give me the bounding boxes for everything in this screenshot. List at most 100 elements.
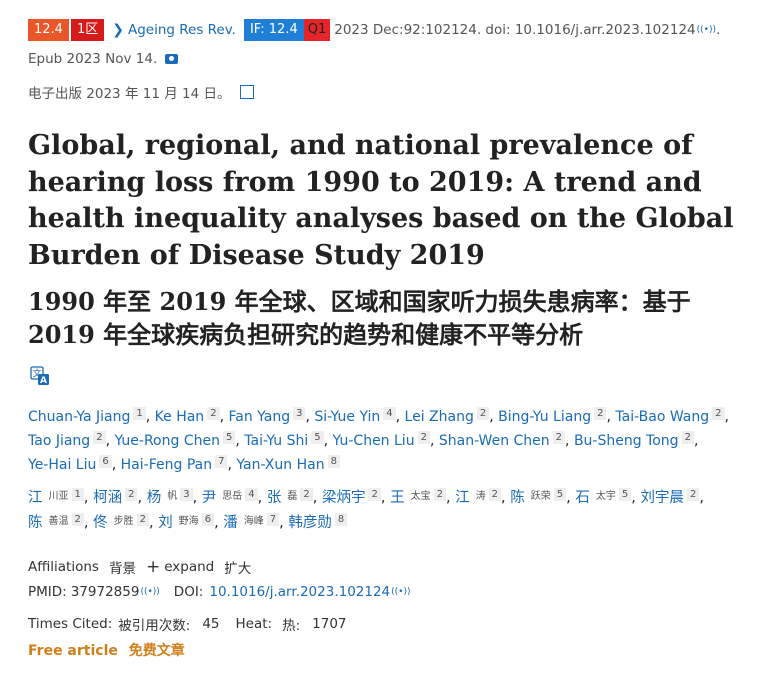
citation-metrics-row: Times Cited: 被引用次数: 45 Heat: 热: 1707 xyxy=(28,614,347,634)
broadcast-icon[interactable]: ((•)) xyxy=(391,587,410,597)
author-name-link[interactable]: Shan-Wen Chen xyxy=(439,433,550,449)
impact-factor-badge[interactable]: IF: 12.4 xyxy=(243,19,304,41)
affiliation-number[interactable]: 2 xyxy=(417,431,430,444)
affiliation-number[interactable]: 3 xyxy=(180,488,193,501)
author-name-link[interactable]: Yan-Xun Han xyxy=(236,457,324,473)
chevron-right-icon: ❯ xyxy=(112,22,124,38)
author-surname-zh[interactable]: 王 xyxy=(390,490,405,506)
author-given-name-zh[interactable]: 跃荣 xyxy=(531,491,551,502)
affiliation-number[interactable]: 5 xyxy=(553,488,567,501)
affiliation-number[interactable]: 4 xyxy=(245,488,258,501)
author-item-zh: 佟步胜 2, xyxy=(93,513,154,531)
affiliation-number[interactable]: 4 xyxy=(383,407,396,420)
doi-link[interactable]: 10.1016/j.arr.2023.102124 xyxy=(209,584,390,600)
affiliation-number[interactable]: 1 xyxy=(71,488,84,501)
plus-icon[interactable]: + xyxy=(146,558,160,576)
author-given-name-zh[interactable]: 磊 xyxy=(287,491,297,502)
affiliation-number[interactable]: 2 xyxy=(433,488,446,501)
author-surname-zh[interactable]: 张 xyxy=(267,490,282,506)
author-name-link[interactable]: Tai-Bao Wang xyxy=(615,409,709,425)
translate-icon[interactable]: 文 A xyxy=(30,366,50,386)
author-surname-zh[interactable]: 韩彦勋 xyxy=(288,515,332,531)
author-surname-zh[interactable]: 江 xyxy=(28,490,43,506)
broadcast-icon[interactable]: ((•)) xyxy=(140,587,159,597)
affiliation-number[interactable]: 2 xyxy=(594,407,607,420)
affiliation-number[interactable]: 5 xyxy=(618,488,632,501)
author-surname-zh[interactable]: 石 xyxy=(575,490,590,506)
author-given-name-zh[interactable]: 涛 xyxy=(476,491,486,502)
author-surname-zh[interactable]: 江 xyxy=(455,490,470,506)
author-name-link[interactable]: Yu-Chen Liu xyxy=(333,433,415,449)
affiliation-number[interactable]: 2 xyxy=(93,431,106,444)
author-surname-zh[interactable]: 杨 xyxy=(147,490,162,506)
journal-link[interactable]: Ageing Res Rev. xyxy=(128,22,236,38)
affiliation-number[interactable]: 2 xyxy=(712,407,725,420)
expand-button[interactable]: expand xyxy=(164,559,214,575)
author-given-name-zh[interactable]: 太宝 xyxy=(411,491,431,502)
affiliation-number[interactable]: 2 xyxy=(686,488,700,501)
camera-icon[interactable] xyxy=(165,54,179,64)
author-name-link[interactable]: Fan Yang xyxy=(228,409,290,425)
free-article-badge[interactable]: Free article 免费文章 xyxy=(28,640,185,660)
affiliation-number[interactable]: 2 xyxy=(488,488,502,501)
affiliation-number[interactable]: 8 xyxy=(334,513,348,526)
author-surname-zh[interactable]: 刘 xyxy=(158,515,173,531)
author-name-link[interactable]: Hai-Feng Pan xyxy=(121,457,212,473)
author-surname-zh[interactable]: 刘宇晨 xyxy=(640,490,684,506)
author-name-link[interactable]: Ye-Hai Liu xyxy=(28,457,96,473)
author-given-name-zh[interactable]: 善温 xyxy=(49,516,69,527)
author-surname-zh[interactable]: 佟 xyxy=(93,515,108,531)
author-given-name-zh[interactable]: 思岳 xyxy=(222,491,242,502)
author-name-link[interactable]: Tao Jiang xyxy=(28,433,90,449)
author-given-name-zh[interactable]: 海峰 xyxy=(244,516,264,527)
author-name-link[interactable]: Lei Zhang xyxy=(405,409,474,425)
affiliation-number[interactable]: 2 xyxy=(207,407,220,420)
affiliation-number[interactable]: 2 xyxy=(71,513,84,526)
affiliation-number[interactable]: 2 xyxy=(136,513,149,526)
author-name-link[interactable]: Ke Han xyxy=(155,409,205,425)
author-surname-zh[interactable]: 柯涵 xyxy=(93,490,122,506)
affiliation-number[interactable]: 7 xyxy=(266,513,280,526)
affiliation-number[interactable]: 2 xyxy=(552,431,566,444)
affiliations-label[interactable]: Affiliations xyxy=(28,559,99,575)
author-name-link[interactable]: Si-Yue Yin xyxy=(314,409,380,425)
author-surname-zh[interactable]: 尹 xyxy=(202,490,217,506)
author-given-name-zh[interactable]: 野海 xyxy=(179,516,199,527)
author-name-link[interactable]: Chuan-Ya Jiang xyxy=(28,409,130,425)
affiliation-number[interactable]: 6 xyxy=(201,513,215,526)
author-given-name-zh[interactable]: 步胜 xyxy=(114,516,134,527)
broadcast-icon[interactable]: ((•)) xyxy=(697,25,716,35)
affiliation-number[interactable]: 8 xyxy=(327,455,340,468)
affiliation-number[interactable]: 2 xyxy=(681,431,694,444)
affiliation-number[interactable]: 3 xyxy=(293,407,306,420)
author-name-link[interactable]: Yue-Rong Chen xyxy=(114,433,220,449)
affiliation-number[interactable]: 6 xyxy=(99,455,112,468)
affiliation-number[interactable]: 5 xyxy=(222,431,236,444)
affiliation-number[interactable]: 2 xyxy=(300,488,313,501)
affiliation-number[interactable]: 2 xyxy=(476,407,490,420)
author-given-name-zh[interactable]: 帆 xyxy=(167,491,177,502)
checkbox-icon[interactable] xyxy=(240,85,255,99)
free-article-label-zh[interactable]: 免费文章 xyxy=(129,643,185,659)
author-separator: , xyxy=(724,409,729,425)
author-surname-zh[interactable]: 陈 xyxy=(510,490,525,506)
author-name-link[interactable]: Bing-Yu Liang xyxy=(498,409,591,425)
author-surname-zh[interactable]: 梁炳宇 xyxy=(322,490,366,506)
impact-score-badge[interactable]: 12.4 xyxy=(28,19,69,41)
author-name-link[interactable]: Bu-Sheng Tong xyxy=(574,433,679,449)
free-article-label[interactable]: Free article xyxy=(28,643,118,659)
zone-badge[interactable]: 1区 xyxy=(70,19,105,41)
affiliation-number[interactable]: 2 xyxy=(125,488,138,501)
affiliation-number[interactable]: 2 xyxy=(368,488,381,501)
quartile-badge[interactable]: Q1 xyxy=(303,19,331,41)
author-surname-zh[interactable]: 陈 xyxy=(28,515,43,531)
author-given-name-zh[interactable]: 川亚 xyxy=(49,491,69,502)
affiliations-label-zh: 背景 xyxy=(108,561,136,577)
author-item: Tai-Yu Shi 5, xyxy=(244,431,328,449)
affiliation-number[interactable]: 1 xyxy=(133,407,146,420)
author-name-link[interactable]: Tai-Yu Shi xyxy=(244,433,308,449)
affiliation-number[interactable]: 5 xyxy=(311,431,324,444)
affiliation-number[interactable]: 7 xyxy=(215,455,228,468)
author-surname-zh[interactable]: 潘 xyxy=(223,515,238,531)
author-given-name-zh[interactable]: 太宇 xyxy=(596,491,616,502)
